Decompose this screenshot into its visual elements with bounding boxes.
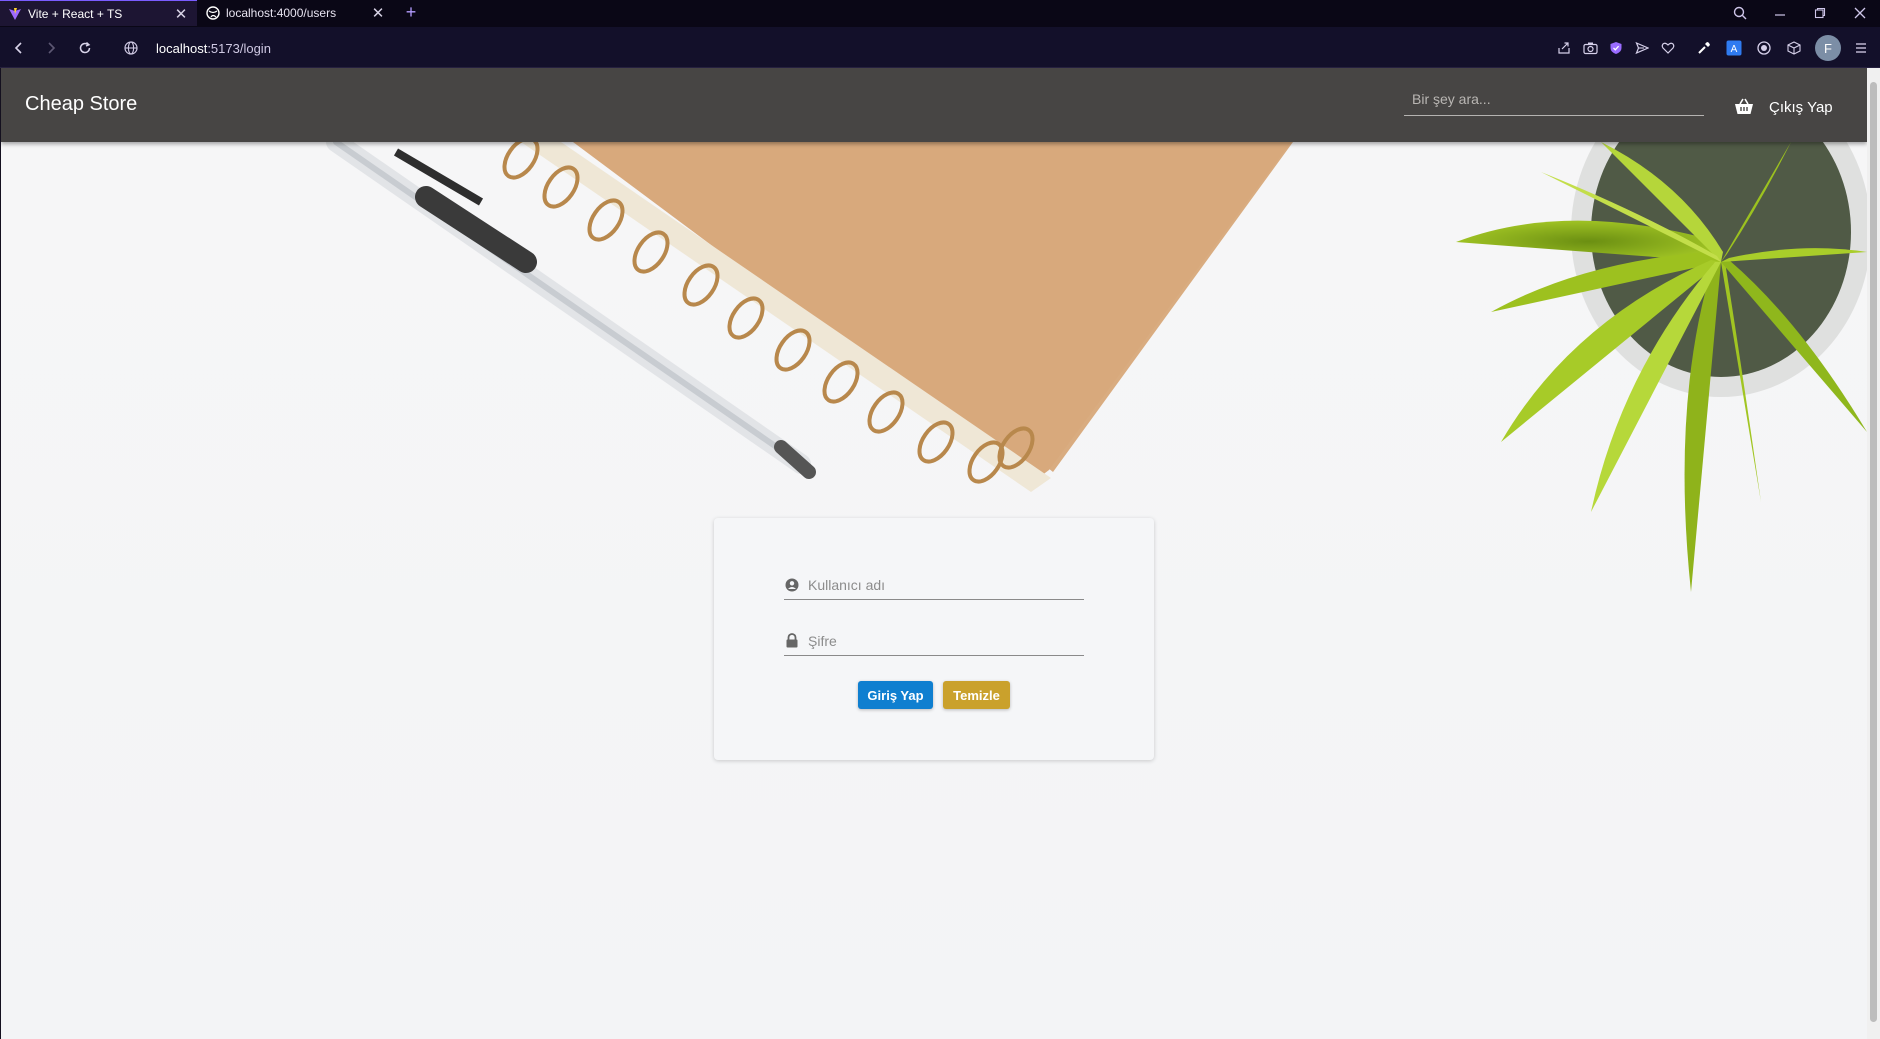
notebook-image	[521, 142, 1293, 492]
tab-vite-react[interactable]: Vite + React + TS ✕	[0, 0, 197, 26]
svg-text:A: A	[1731, 44, 1738, 55]
share-icon[interactable]	[1553, 37, 1575, 59]
vite-logo-icon	[8, 7, 22, 21]
username-input[interactable]	[808, 576, 1084, 593]
color-picker-icon[interactable]	[1693, 37, 1715, 59]
browser-toolbar: localhost:5173/login A F	[0, 27, 1880, 68]
search-input[interactable]	[1404, 82, 1704, 116]
forward-icon[interactable]	[38, 35, 64, 61]
clear-button[interactable]: Temizle	[943, 681, 1010, 709]
heart-icon[interactable]	[1657, 37, 1679, 59]
browser-tabstrip: Vite + React + TS ✕ localhost:4000/users…	[0, 0, 1880, 27]
login-card: Giriş Yap Temizle	[714, 518, 1154, 760]
brand-title[interactable]: Cheap Store	[25, 93, 137, 116]
password-input[interactable]	[808, 632, 1084, 649]
logout-button[interactable]: Çıkış Yap	[1769, 99, 1833, 116]
lock-icon	[784, 633, 800, 649]
page-viewport: Cheap Store Çıkış Yap Giriş Yap Temizle	[1, 68, 1867, 1039]
url-text: localhost:5173/login	[156, 40, 271, 56]
reload-icon[interactable]	[72, 35, 98, 61]
address-bar[interactable]: localhost:5173/login	[118, 33, 618, 63]
close-tab-icon[interactable]: ✕	[171, 4, 191, 24]
username-field[interactable]	[784, 570, 1084, 600]
send-icon[interactable]	[1631, 37, 1653, 59]
minimize-icon[interactable]	[1762, 0, 1798, 26]
search-tabs-icon[interactable]	[1722, 0, 1758, 26]
tab-users[interactable]: localhost:4000/users ✕	[198, 0, 394, 26]
page-scrollbar[interactable]	[1867, 68, 1880, 1039]
login-button[interactable]: Giriş Yap	[858, 681, 933, 709]
record-icon[interactable]	[1753, 37, 1775, 59]
tab-title: localhost:4000/users	[226, 6, 337, 20]
translate-icon[interactable]: A	[1723, 37, 1745, 59]
user-circle-icon	[784, 577, 800, 593]
profile-avatar[interactable]: F	[1815, 35, 1841, 61]
plant-image	[1456, 68, 1867, 592]
restore-icon[interactable]	[1802, 0, 1838, 26]
vpn-shield-icon[interactable]	[1605, 37, 1627, 59]
extensions-cube-icon[interactable]	[1783, 37, 1805, 59]
site-info-icon[interactable]	[118, 35, 144, 61]
tab-title: Vite + React + TS	[28, 6, 123, 21]
password-field[interactable]	[784, 626, 1084, 656]
close-tab-icon[interactable]: ✕	[368, 3, 388, 23]
scrollbar-thumb[interactable]	[1870, 82, 1877, 1022]
camera-icon[interactable]	[1579, 37, 1601, 59]
new-tab-button[interactable]: +	[400, 1, 422, 23]
shopping-basket-icon[interactable]	[1734, 98, 1754, 116]
globe-icon	[206, 6, 220, 20]
app-header: Cheap Store Çıkış Yap	[1, 68, 1867, 142]
back-icon[interactable]	[6, 35, 32, 61]
close-window-icon[interactable]	[1842, 0, 1878, 26]
menu-icon[interactable]	[1850, 37, 1872, 59]
